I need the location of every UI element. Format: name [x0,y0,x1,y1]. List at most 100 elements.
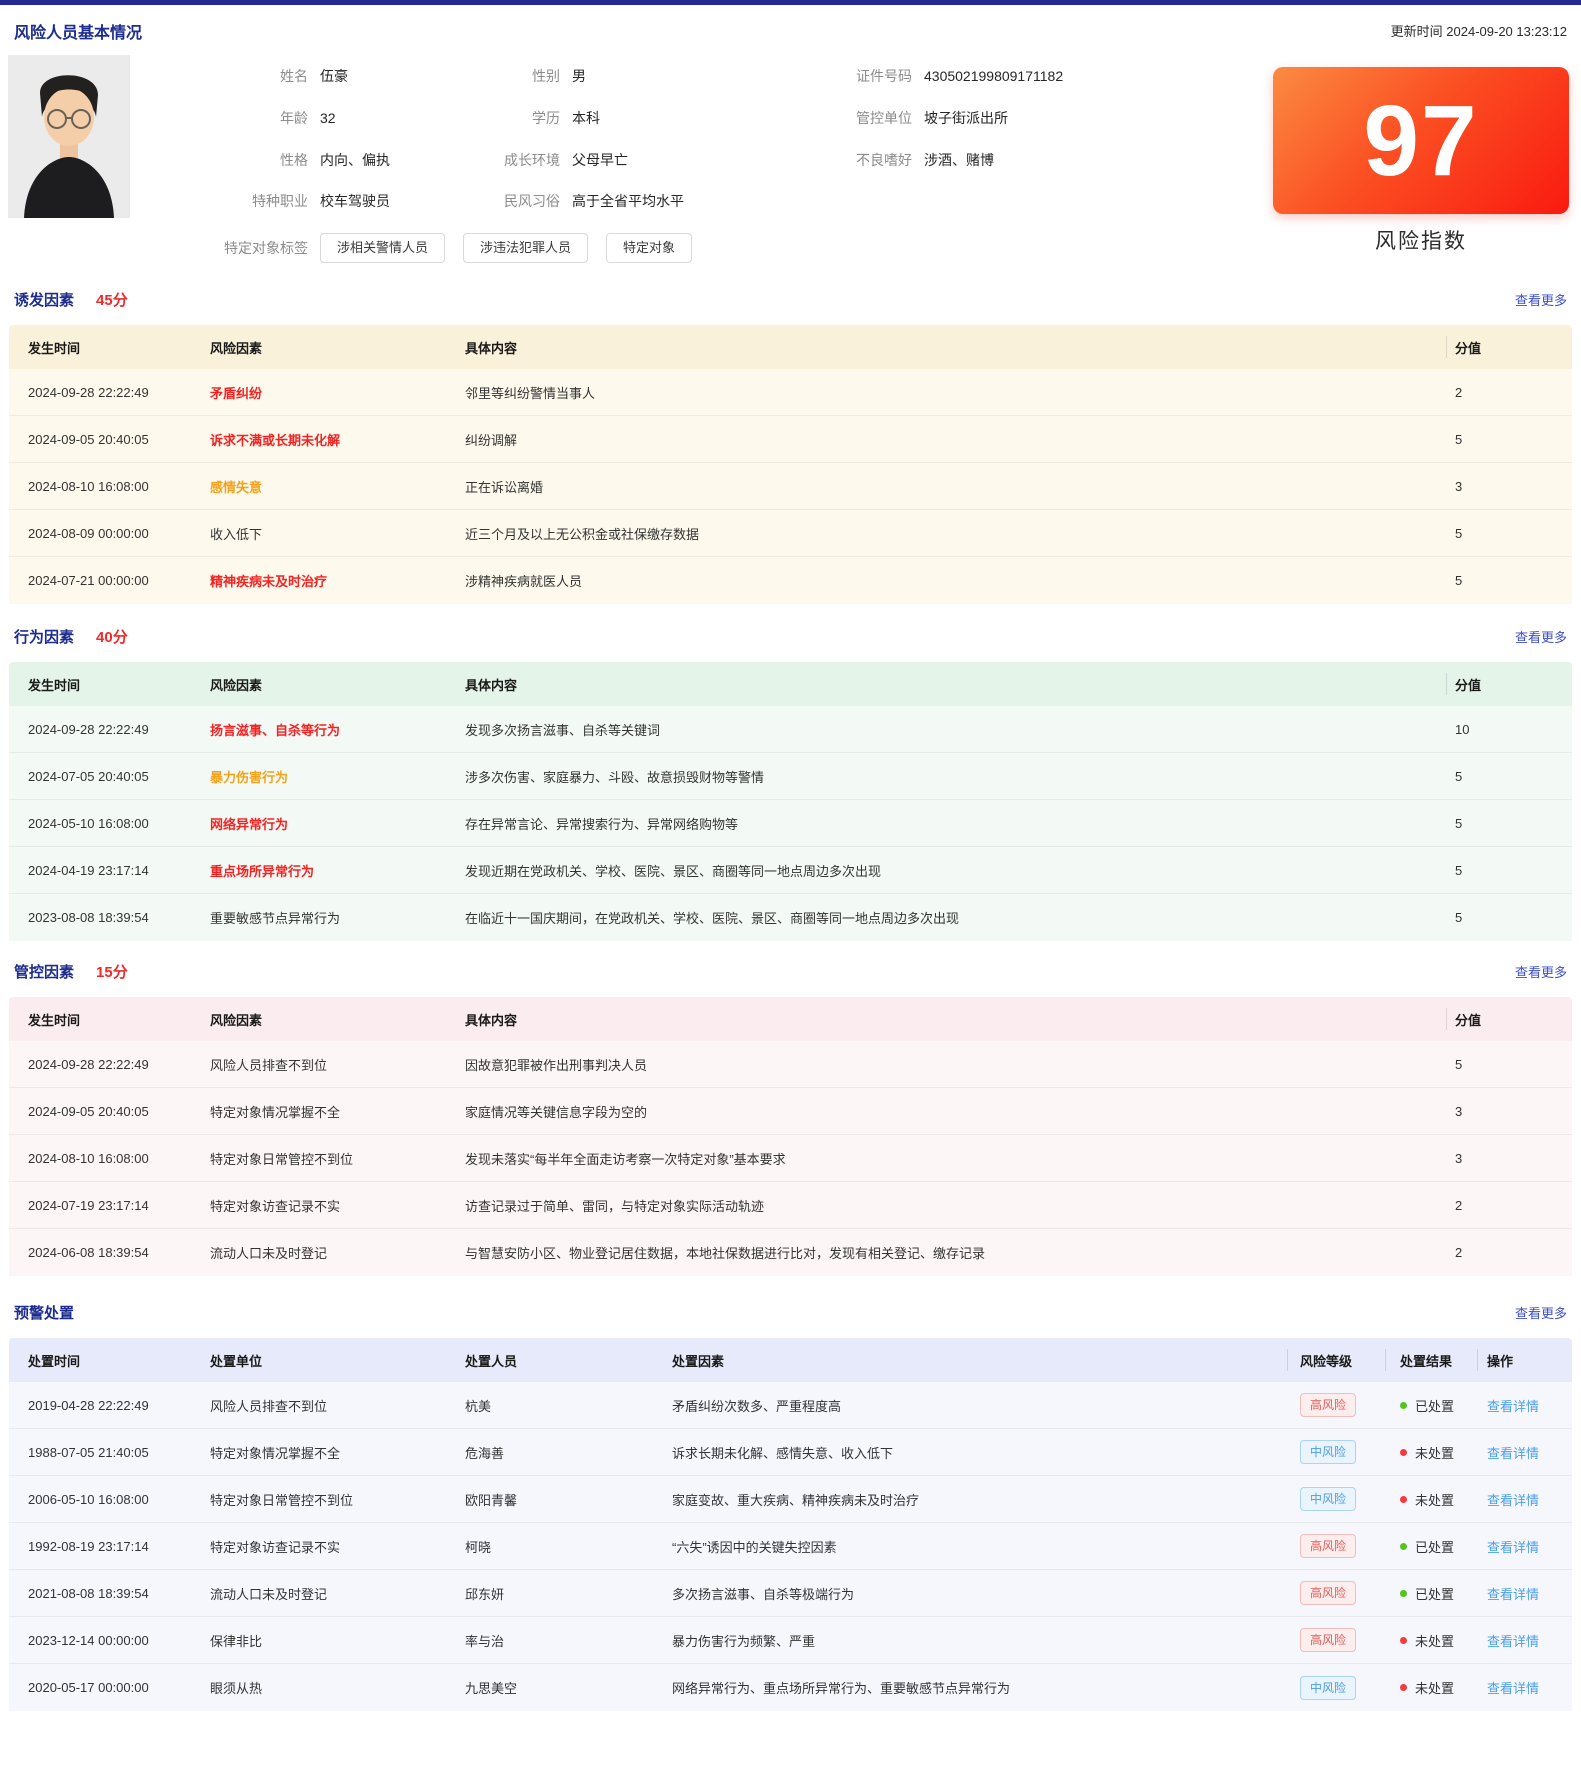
bad-habits-label: 不良嗜好 [712,149,912,171]
table-row: 2024-07-05 20:40:05暴力伤害行为涉多次伤害、家庭暴力、斗殴、故… [9,753,1572,800]
risk-person-page: 风险人员基本情况 更新时间 2024-09-20 13:23:12 姓名 伍豪 … [0,0,1581,1711]
cell-risk-level: 高风险 [1300,1523,1356,1569]
section-header-left: 行为因素40分 [14,626,128,647]
cell-time: 2024-08-09 00:00:00 [28,510,149,556]
cell-person: 杭美 [465,1382,491,1428]
cell-score: 2 [1455,1182,1462,1228]
cell-score: 2 [1455,1229,1462,1276]
profile-row-4: 特种职业 校车驾驶员 民风习俗 高于全省平均水平 [8,190,1268,212]
cell-score: 5 [1455,894,1462,941]
column-header: 具体内容 [465,662,517,706]
cell-risk-factor: 暴力伤害行为 [210,753,288,799]
view-more-link[interactable]: 查看更多 [1515,290,1567,309]
cell-score: 3 [1455,463,1462,509]
cell-action: 查看详情 [1487,1382,1539,1428]
risk-score-value: 97 [1363,91,1478,191]
cell-time: 2024-07-19 23:17:14 [28,1182,149,1228]
cell-time: 1988-07-05 21:40:05 [28,1429,149,1475]
cell-factor: 暴力伤害行为频繁、严重 [672,1617,815,1663]
cell-result: 未处置 [1400,1476,1454,1522]
cell-result: 未处置 [1400,1617,1454,1663]
status-dot-icon [1400,1684,1407,1691]
cell-time: 2024-06-08 18:39:54 [28,1229,149,1276]
cell-factor: 矛盾纠纷次数多、严重程度高 [672,1382,841,1428]
risk-level-badge: 高风险 [1300,1534,1356,1558]
table-row: 2019-04-28 22:22:49风险人员排查不到位杭美矛盾纠纷次数多、严重… [9,1382,1572,1429]
table-row: 2024-08-10 16:08:00特定对象日常管控不到位发现未落实“每半年全… [9,1135,1572,1182]
cell-time: 2024-07-05 20:40:05 [28,753,149,799]
cell-unit: 特定对象日常管控不到位 [210,1476,353,1522]
cell-person: 欧阳青馨 [465,1476,517,1522]
column-divider [1446,336,1447,358]
column-header: 风险因素 [210,997,262,1041]
section-title: 预警处置 [14,1305,74,1322]
cell-score: 5 [1455,847,1462,893]
cell-time: 2023-08-08 18:39:54 [28,894,149,941]
column-header: 发生时间 [28,325,80,369]
view-detail-link[interactable]: 查看详情 [1487,1584,1539,1603]
id-number-value: 430502199809171182 [924,65,1063,87]
control-unit-value: 坡子街派出所 [924,107,1008,129]
table-row: 2024-09-28 22:22:49矛盾纠纷邻里等纠纷警情当事人2 [9,369,1572,416]
cell-time: 2020-05-17 00:00:00 [28,1664,149,1711]
view-more-link[interactable]: 查看更多 [1515,962,1567,981]
section-score: 45分 [96,292,128,309]
column-header: 具体内容 [465,325,517,369]
cell-result: 已处置 [1400,1382,1454,1428]
cell-risk-level: 高风险 [1300,1570,1356,1616]
cell-content: 邻里等纠纷警情当事人 [465,369,595,415]
table-row: 1992-08-19 23:17:14特定对象访查记录不实柯晓“六失”诱因中的关… [9,1523,1572,1570]
cell-time: 1992-08-19 23:17:14 [28,1523,149,1569]
view-more-link[interactable]: 查看更多 [1515,1303,1567,1322]
cell-risk-factor: 重点场所异常行为 [210,847,314,893]
cell-risk-factor: 特定对象情况掌握不全 [210,1088,340,1134]
cell-result: 已处置 [1400,1570,1454,1616]
view-detail-link[interactable]: 查看详情 [1487,1443,1539,1462]
column-header: 处置单位 [210,1338,262,1382]
cell-result: 未处置 [1400,1664,1454,1711]
view-detail-link[interactable]: 查看详情 [1487,1396,1539,1415]
column-header: 具体内容 [465,997,517,1041]
cell-risk-factor: 矛盾纠纷 [210,369,262,415]
section-header: 行为因素40分 查看更多 [9,626,1572,646]
risk-level-badge: 中风险 [1300,1487,1356,1511]
cell-factor: “六失”诱因中的关键失控因素 [672,1523,837,1569]
view-detail-link[interactable]: 查看详情 [1487,1678,1539,1697]
cell-risk-factor: 特定对象日常管控不到位 [210,1135,353,1181]
table-row: 2023-08-08 18:39:54重要敏感节点异常行为在临近十一国庆期间，在… [9,894,1572,941]
view-detail-link[interactable]: 查看详情 [1487,1537,1539,1556]
gender-label: 性别 [358,65,560,87]
view-detail-link[interactable]: 查看详情 [1487,1631,1539,1650]
personality-label: 性格 [88,149,308,171]
cell-unit: 风险人员排查不到位 [210,1382,327,1428]
result-text: 未处置 [1415,1443,1454,1462]
result-text: 已处置 [1415,1537,1454,1556]
result-text: 未处置 [1415,1631,1454,1650]
cell-time: 2024-04-19 23:17:14 [28,847,149,893]
status-dot-icon [1400,1402,1407,1409]
view-detail-link[interactable]: 查看详情 [1487,1490,1539,1509]
cell-time: 2024-09-05 20:40:05 [28,416,149,462]
section-behavior-factors: 行为因素40分 查看更多 发生时间风险因素具体内容分值2024-09-28 22… [9,604,1572,941]
status-dot-icon [1400,1590,1407,1597]
cell-risk-level: 中风险 [1300,1476,1356,1522]
column-divider [1287,1349,1288,1371]
cell-risk-factor: 流动人口未及时登记 [210,1229,327,1276]
cell-risk-level: 中风险 [1300,1664,1356,1711]
section-alert-disposition: 预警处置 查看更多 处置时间处置单位处置人员处置因素风险等级处置结果操作2019… [9,1276,1572,1711]
cell-content: 发现多次扬言滋事、自杀等关键词 [465,706,660,752]
risk-score-label: 风险指数 [1273,225,1569,255]
table-row: 2024-07-21 00:00:00精神疾病未及时治疗涉精神疾病就医人员5 [9,557,1572,604]
view-more-link[interactable]: 查看更多 [1515,627,1567,646]
section-title: 管控因素 [14,964,74,981]
cell-content: 与智慧安防小区、物业登记居住数据，本地社保数据进行比对，发现有相关登记、缴存记录 [465,1229,985,1276]
occupation-label: 特种职业 [88,190,308,212]
table-header-row: 处置时间处置单位处置人员处置因素风险等级处置结果操作 [9,1338,1572,1382]
section-score: 15分 [96,964,128,981]
column-header: 处置时间 [28,1338,80,1382]
column-header: 发生时间 [28,662,80,706]
section-control-factors: 管控因素15分 查看更多 发生时间风险因素具体内容分值2024-09-28 22… [9,941,1572,1276]
cell-content: 发现未落实“每半年全面走访考察一次特定对象”基本要求 [465,1135,786,1181]
section-inducing-factors: 诱发因素45分 查看更多 发生时间风险因素具体内容分值2024-09-28 22… [9,275,1572,604]
special-tags-label: 特定对象标签 [88,233,308,263]
